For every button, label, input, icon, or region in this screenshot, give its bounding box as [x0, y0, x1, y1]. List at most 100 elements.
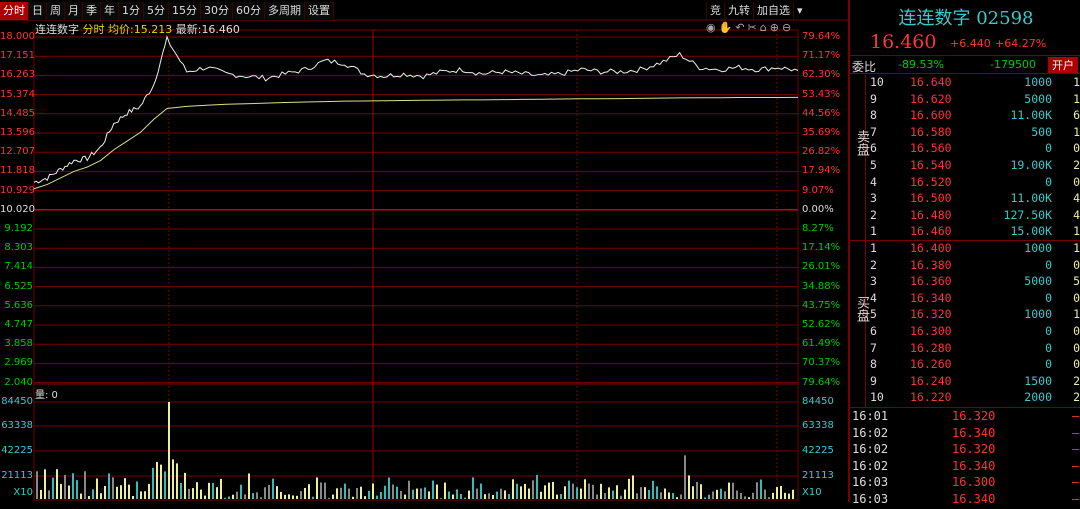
price-tick: 3.858 [4, 338, 33, 350]
asks-row[interactable]: 9 16.620 5000 1 [870, 92, 1080, 109]
orders: 0 [1073, 290, 1080, 305]
bids-row[interactable]: 2 16.380 0 0 [870, 258, 1080, 275]
volume-bar [508, 494, 510, 499]
volume-bar [316, 477, 318, 499]
orders: 1 [1073, 224, 1080, 239]
asks-row[interactable]: 7 16.580 500 1 [870, 125, 1080, 142]
asks-row[interactable]: 3 16.500 11.00K 4 [870, 191, 1080, 208]
price-tick: 10.929 [0, 184, 35, 196]
avg-label: 均价: [108, 23, 134, 36]
tab-6[interactable]: 1分 [119, 2, 144, 20]
volume-label: 量: 0 [35, 390, 58, 401]
volume-bar [768, 497, 770, 499]
asks-row[interactable]: 5 16.540 19.00K 2 [870, 158, 1080, 175]
volume-bar [580, 488, 582, 499]
zoom-in-icon[interactable]: ⊕ [770, 21, 782, 34]
volume-bar [504, 490, 506, 499]
level: 1 [870, 241, 877, 255]
bids-row[interactable]: 9 16.240 1500 2 [870, 374, 1080, 391]
trade-price: 16.340 [952, 425, 996, 440]
trade-time: 16:02 [852, 425, 889, 440]
volume: 0 [1045, 174, 1052, 189]
volume-bar [404, 494, 406, 499]
bids-row[interactable]: 3 16.360 5000 5 [870, 274, 1080, 291]
tool-button-0[interactable]: 竞 [706, 2, 724, 20]
volume-bar [636, 493, 638, 499]
volume-bar [124, 478, 126, 499]
volume-bar [664, 488, 666, 499]
volume-bar [136, 481, 138, 499]
tool-button-2[interactable]: 加自选 [753, 2, 793, 20]
bids-row[interactable]: 5 16.320 1000 1 [870, 307, 1080, 324]
eye-icon[interactable]: ◉ [706, 21, 719, 34]
volume: 0 [1045, 141, 1052, 156]
tab-9[interactable]: 30分 [201, 2, 233, 20]
tab-5[interactable]: 年 [101, 2, 119, 20]
pct-tick: 53.43% [802, 88, 841, 100]
tab-4[interactable]: 季 [83, 2, 101, 20]
volume-bar [604, 493, 606, 499]
volume-bar [748, 497, 750, 499]
volume-bar [516, 483, 518, 499]
trade-flag: — [1072, 425, 1080, 440]
tab-2[interactable]: 周 [47, 2, 65, 20]
volume-bar [324, 482, 326, 499]
bids-row[interactable]: 10 16.220 2000 2 [870, 390, 1080, 407]
lock-icon[interactable]: ⌂ [760, 21, 770, 34]
tool-button-3[interactable]: ▾ [793, 2, 806, 20]
price: 16.520 [910, 174, 952, 189]
volume-bar [392, 484, 394, 499]
scissors-icon[interactable]: ✂ [748, 21, 760, 34]
volume-bar [132, 495, 134, 499]
tab-8[interactable]: 15分 [169, 2, 201, 20]
open-account-button[interactable]: 开户 [1048, 57, 1078, 73]
volume-bar [744, 496, 746, 499]
level: 1 [870, 224, 877, 239]
volume-bar [64, 475, 66, 499]
bids-row[interactable]: 4 16.340 0 0 [870, 291, 1080, 308]
volume-bar [544, 485, 546, 499]
orders: 0 [1073, 174, 1080, 189]
tool-button-1[interactable]: 九转 [724, 2, 753, 20]
tab-12[interactable]: 设置 [305, 2, 334, 20]
trade-price: 16.300 [952, 475, 996, 490]
hand-icon[interactable]: ✋ [719, 21, 736, 34]
bids-row[interactable]: 8 16.260 0 0 [870, 357, 1080, 374]
price-line [33, 34, 799, 184]
asks-row[interactable]: 1 16.460 15.00K 1 [870, 224, 1080, 241]
volume-tick: 63338 [1, 420, 33, 431]
trade-row: 16:02 16.320 — [852, 442, 1080, 459]
asks-row[interactable]: 10 16.640 1000 1 [870, 75, 1080, 92]
volume: 0 [1045, 357, 1052, 372]
bids-row[interactable]: 7 16.280 0 0 [870, 341, 1080, 358]
price-tick: 7.414 [4, 261, 33, 273]
tab-1[interactable]: 日 [29, 2, 47, 20]
level: 2 [870, 207, 877, 222]
pct-tick: 26.82% [802, 146, 841, 158]
asks-row[interactable]: 6 16.560 0 0 [870, 141, 1080, 158]
volume-bar [168, 402, 170, 499]
asks-row[interactable]: 8 16.600 11.00K 6 [870, 108, 1080, 125]
tab-3[interactable]: 月 [65, 2, 83, 20]
bids-row[interactable]: 1 16.400 1000 1 [870, 241, 1080, 258]
undo-icon[interactable]: ↶ [735, 21, 747, 34]
bids-row[interactable]: 6 16.300 0 0 [870, 324, 1080, 341]
price: 16.540 [910, 158, 952, 172]
volume-bar [436, 484, 438, 499]
volume-bar [360, 486, 362, 499]
zoom-out-icon[interactable]: ⊖ [782, 21, 794, 34]
tab-10[interactable]: 60分 [233, 2, 265, 20]
volume-bar [276, 486, 278, 499]
asks-row[interactable]: 4 16.520 0 0 [870, 175, 1080, 192]
weibi-label: 委比 [852, 60, 877, 74]
volume-bar [512, 479, 514, 499]
price-tick: 5.636 [4, 299, 33, 311]
intraday-chart[interactable] [0, 0, 848, 502]
tab-11[interactable]: 多周期 [265, 2, 305, 20]
volume-tick-right: 42225 [802, 445, 834, 456]
tab-7[interactable]: 5分 [144, 2, 169, 20]
weibi-row: 委比 -89.53% -179500 开户 [850, 55, 1080, 74]
volume-bar [340, 487, 342, 499]
asks-row[interactable]: 2 16.480 127.50K 4 [870, 208, 1080, 225]
tab-0[interactable]: 分时 [0, 2, 29, 20]
